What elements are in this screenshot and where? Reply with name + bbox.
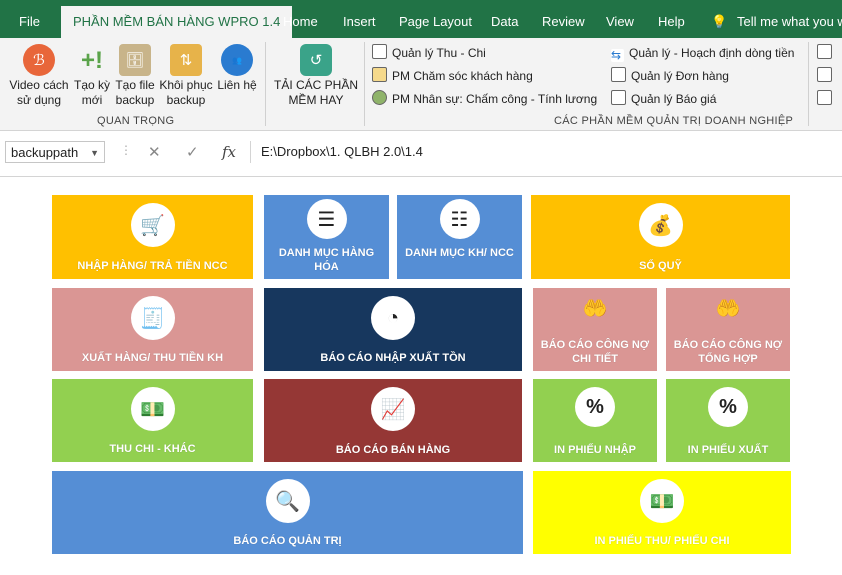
video-guide-label: Video cách sử dụng bbox=[9, 78, 69, 107]
create-backup-button[interactable]: 🗄 Tạo file backup bbox=[113, 44, 157, 108]
arrows-icon: ⇆ bbox=[611, 49, 624, 62]
video-guide-button[interactable]: ℬ Video cách sử dụng bbox=[6, 44, 72, 108]
tile-nhap-hang[interactable]: 🛒 NHẬP HÀNG/ TRẢ TIỀN NCC bbox=[52, 195, 253, 279]
ledger-icon bbox=[372, 44, 387, 59]
chevron-down-icon[interactable]: ▼ bbox=[90, 142, 99, 164]
cash-icon: 💵 bbox=[130, 387, 175, 431]
orders-icon bbox=[611, 67, 626, 82]
group-label-important: QUAN TRỌNG bbox=[97, 115, 175, 127]
contact-list-icon: ☷ bbox=[439, 199, 480, 239]
quotes-link[interactable]: Quản lý Báo giá bbox=[611, 90, 716, 108]
thu-chi-link[interactable]: Quản lý Thu - Chi bbox=[372, 44, 486, 62]
tile-bao-cao-ban-hang[interactable]: 📈 BÁO CÁO BÁN HÀNG bbox=[264, 379, 522, 462]
debt-detail-icon: 🤲 bbox=[582, 297, 608, 320]
tab-page-layout[interactable]: Page Layout bbox=[399, 0, 472, 38]
backup-icon: 🗄 bbox=[119, 44, 151, 76]
tab-review[interactable]: Review bbox=[542, 0, 585, 38]
debt-summary-icon: 🤲 bbox=[715, 297, 741, 320]
contact-label: Liên hệ bbox=[217, 78, 257, 92]
tab-home[interactable]: Home bbox=[283, 0, 318, 38]
voucher-icon: % bbox=[575, 387, 615, 427]
tile-danh-muc-hang-hoa[interactable]: ☰ DANH MỤC HÀNG HÓA bbox=[264, 195, 389, 279]
formula-input[interactable]: E:\Dropbox\1. QLBH 2.0\1.4 bbox=[250, 141, 842, 163]
video-icon: ℬ bbox=[23, 44, 55, 76]
customer-care-icon bbox=[372, 67, 387, 82]
formula-bar: backuppath ▼ ⋮ ✕ ✓ fx E:\Dropbox\1. QLBH… bbox=[0, 131, 842, 177]
tile-danh-muc-kh-ncc[interactable]: ☷ DANH MỤC KH/ NCC bbox=[397, 195, 522, 279]
tile-bao-cao-quan-tri[interactable]: 🔍 BÁO CÁO QUẢN TRỊ bbox=[52, 471, 523, 554]
about-us-icon: 👥 bbox=[221, 44, 253, 76]
download-icon: ↺ bbox=[300, 44, 332, 76]
create-backup-label: Tạo file backup bbox=[115, 78, 155, 107]
lightbulb-icon: 💡 bbox=[711, 14, 728, 29]
tab-data[interactable]: Data bbox=[491, 0, 518, 38]
ribbon-separator bbox=[364, 42, 365, 126]
tab-wpro[interactable]: PHẦN MỀM BÁN HÀNG WPRO 1.4 bbox=[61, 6, 293, 38]
extra-item-icon[interactable] bbox=[817, 90, 837, 108]
download-software-button[interactable]: ↺ TẢI CÁC PHẦN MỀM HAY bbox=[272, 44, 360, 108]
name-box[interactable]: backuppath ▼ bbox=[5, 141, 105, 163]
tile-in-phieu-nhap[interactable]: % IN PHIẾU NHẬP bbox=[533, 379, 657, 462]
restore-backup-button[interactable]: ⇅ Khôi phục backup bbox=[157, 44, 215, 108]
tile-bao-cao-nhap-xuat-ton[interactable]: ◔ BÁO CÁO NHẬP XUẤT TỒN bbox=[264, 288, 522, 371]
tell-me-search[interactable]: Tell me what you wa bbox=[737, 0, 842, 38]
extra-item-icon[interactable] bbox=[817, 44, 837, 62]
cancel-icon[interactable]: ✕ bbox=[148, 143, 161, 161]
tab-view[interactable]: View bbox=[606, 0, 634, 38]
bar-chart-icon: 📈 bbox=[371, 387, 415, 431]
pie-chart-icon: ◔ bbox=[371, 296, 415, 340]
tile-so-quy[interactable]: 💰 SỔ QUỸ bbox=[531, 195, 790, 279]
tile-in-phieu-xuat[interactable]: % IN PHIẾU XUẤT bbox=[666, 379, 790, 462]
download-software-label: TẢI CÁC PHẦN MỀM HAY bbox=[273, 78, 358, 107]
hr-payroll-link[interactable]: PM Nhân sự: Chấm công - Tính lương bbox=[372, 90, 597, 108]
customer-care-link[interactable]: PM Chăm sóc khách hàng bbox=[372, 67, 533, 85]
ribbon-separator bbox=[265, 42, 266, 126]
extra-item-icon[interactable] bbox=[817, 67, 837, 85]
money-bag-icon: 💰 bbox=[638, 203, 683, 247]
restore-backup-label: Khôi phục backup bbox=[159, 78, 213, 107]
invoice-icon: 🧾 bbox=[130, 296, 175, 340]
tile-in-phieu-thu-chi[interactable]: 💵 IN PHIẾU THU/ PHIẾU CHI bbox=[533, 471, 791, 554]
ribbon-tab-bar: File PHẦN MỀM BÁN HÀNG WPRO 1.4 Home Ins… bbox=[0, 0, 842, 38]
people-icon bbox=[372, 90, 387, 105]
list-icon: ☰ bbox=[306, 199, 347, 239]
analysis-icon: 🔍 bbox=[265, 479, 310, 523]
cash-icon: 💵 bbox=[640, 479, 684, 523]
quote-icon bbox=[611, 90, 626, 105]
cashflow-link[interactable]: ⇆ Quản lý - Hoạch định dòng tiền bbox=[611, 44, 794, 62]
new-period-button[interactable]: +! Tạo kỳ mới bbox=[72, 44, 112, 108]
tile-cong-no-chi-tiet[interactable]: 🤲 BÁO CÁO CÔNG NỢ CHI TIẾT bbox=[533, 288, 657, 371]
contact-button[interactable]: 👥 Liên hệ bbox=[216, 44, 258, 93]
orders-link[interactable]: Quản lý Đơn hàng bbox=[611, 67, 729, 85]
restore-icon: ⇅ bbox=[170, 44, 202, 76]
fx-icon[interactable]: fx bbox=[222, 143, 236, 161]
ribbon: ℬ Video cách sử dụng +! Tạo kỳ mới 🗄 Tạo… bbox=[0, 38, 842, 131]
tile-cong-no-tong-hop[interactable]: 🤲 BÁO CÁO CÔNG NỢ TỔNG HỢP bbox=[666, 288, 790, 371]
new-period-icon: +! bbox=[80, 46, 103, 74]
tile-xuat-hang[interactable]: 🧾 XUẤT HÀNG/ THU TIỀN KH bbox=[52, 288, 253, 371]
tab-help[interactable]: Help bbox=[658, 0, 685, 38]
tab-file[interactable]: File bbox=[19, 0, 40, 38]
new-period-label: Tạo kỳ mới bbox=[73, 78, 110, 107]
more-icon: ⋮ bbox=[120, 143, 132, 157]
tile-thu-chi-khac[interactable]: 💵 THU CHI - KHÁC bbox=[52, 379, 253, 462]
tab-insert[interactable]: Insert bbox=[343, 0, 376, 38]
voucher-icon: % bbox=[708, 387, 748, 427]
ribbon-separator bbox=[808, 42, 809, 126]
shopping-cart-icon: 🛒 bbox=[130, 203, 175, 247]
group-label-enterprise: CÁC PHẦN MỀM QUẢN TRỊ DOANH NGHIỆP bbox=[554, 115, 794, 127]
enter-icon[interactable]: ✓ bbox=[186, 143, 199, 161]
